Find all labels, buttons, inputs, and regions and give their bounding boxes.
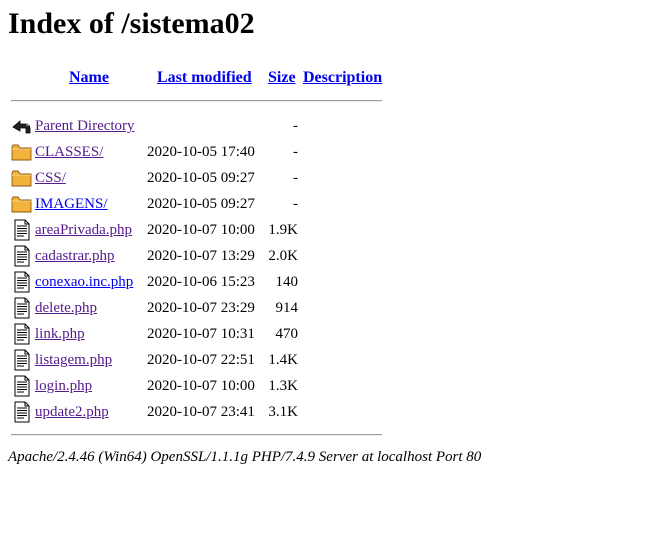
parent-directory-row: Parent Directory - (0, 114, 648, 138)
sort-by-last-modified-link[interactable]: Last modified (157, 68, 252, 88)
last-modified: 2020-10-05 09:27 (147, 170, 255, 186)
file-row: conexao.inc.php 2020-10-06 15:23 140 (0, 270, 648, 294)
file-row: CSS/2020-10-05 09:27 - (0, 166, 648, 190)
back-arrow-icon (11, 115, 32, 137)
file-icon (11, 219, 32, 241)
last-modified: 2020-10-07 13:29 (147, 248, 255, 264)
file-size: - (293, 144, 298, 160)
last-modified: 2020-10-06 15:23 (147, 274, 255, 290)
file-size: - (293, 196, 298, 212)
last-modified: 2020-10-07 22:51 (147, 352, 255, 368)
file-link[interactable]: update2.php (35, 403, 109, 421)
file-size: - (293, 170, 298, 186)
file-row: cadastrar.php 2020-10-07 13:29 2.0K (0, 244, 648, 268)
sort-by-name-link[interactable]: Name (69, 68, 109, 88)
file-row: IMAGENS/2020-10-05 09:27 - (0, 192, 648, 216)
last-modified: 2020-10-05 09:27 (147, 196, 255, 212)
file-link[interactable]: CLASSES/ (35, 143, 103, 161)
file-row: listagem.php 2020-10-07 22:51 1.4K (0, 348, 648, 372)
file-size: 2.0K (268, 248, 298, 264)
last-modified: 2020-10-07 10:00 (147, 222, 255, 238)
server-signature: Apache/2.4.46 (Win64) OpenSSL/1.1.1g PHP… (8, 449, 482, 465)
footer-divider (11, 434, 382, 436)
file-icon (11, 271, 32, 293)
file-icon (11, 375, 32, 397)
file-icon (11, 401, 32, 423)
last-modified: 2020-10-07 23:29 (147, 300, 255, 316)
file-icon (11, 349, 32, 371)
file-row: login.php 2020-10-07 10:00 1.3K (0, 374, 648, 398)
header-divider (11, 100, 382, 102)
file-size: 1.9K (268, 222, 298, 238)
file-link[interactable]: delete.php (35, 299, 97, 317)
file-size: 914 (275, 300, 299, 316)
last-modified: 2020-10-07 10:00 (147, 378, 255, 394)
page-title: Index of /sistema02 (8, 7, 255, 40)
file-icon (11, 245, 32, 267)
sort-by-size-link[interactable]: Size (268, 68, 296, 88)
file-size: 1.3K (268, 378, 298, 394)
file-size: 140 (275, 274, 299, 290)
folder-icon (11, 193, 32, 215)
parent-size: - (293, 118, 298, 134)
last-modified: 2020-10-07 10:31 (147, 326, 255, 342)
folder-icon (11, 141, 32, 163)
file-link[interactable]: CSS/ (35, 169, 66, 187)
file-row: delete.php 2020-10-07 23:29 914 (0, 296, 648, 320)
file-link[interactable]: login.php (35, 377, 92, 395)
file-link[interactable]: listagem.php (35, 351, 112, 369)
file-row: update2.php 2020-10-07 23:41 3.1K (0, 400, 648, 424)
file-row: areaPrivada.php 2020-10-07 10:00 1.9K (0, 218, 648, 242)
file-link[interactable]: areaPrivada.php (35, 221, 132, 239)
file-link[interactable]: conexao.inc.php (35, 273, 133, 291)
file-size: 3.1K (268, 404, 298, 420)
folder-icon (11, 167, 32, 189)
parent-directory-link[interactable]: Parent Directory (35, 117, 135, 135)
last-modified: 2020-10-05 17:40 (147, 144, 255, 160)
file-row: link.php 2020-10-07 10:31 470 (0, 322, 648, 346)
file-link[interactable]: IMAGENS/ (35, 195, 108, 213)
last-modified: 2020-10-07 23:41 (147, 404, 255, 420)
file-size: 1.4K (268, 352, 298, 368)
file-link[interactable]: link.php (35, 325, 85, 343)
file-link[interactable]: cadastrar.php (35, 247, 115, 265)
file-row: CLASSES/2020-10-05 17:40 - (0, 140, 648, 164)
file-icon (11, 323, 32, 345)
file-icon (11, 297, 32, 319)
sort-by-description-link[interactable]: Description (303, 68, 382, 88)
file-size: 470 (275, 326, 299, 342)
